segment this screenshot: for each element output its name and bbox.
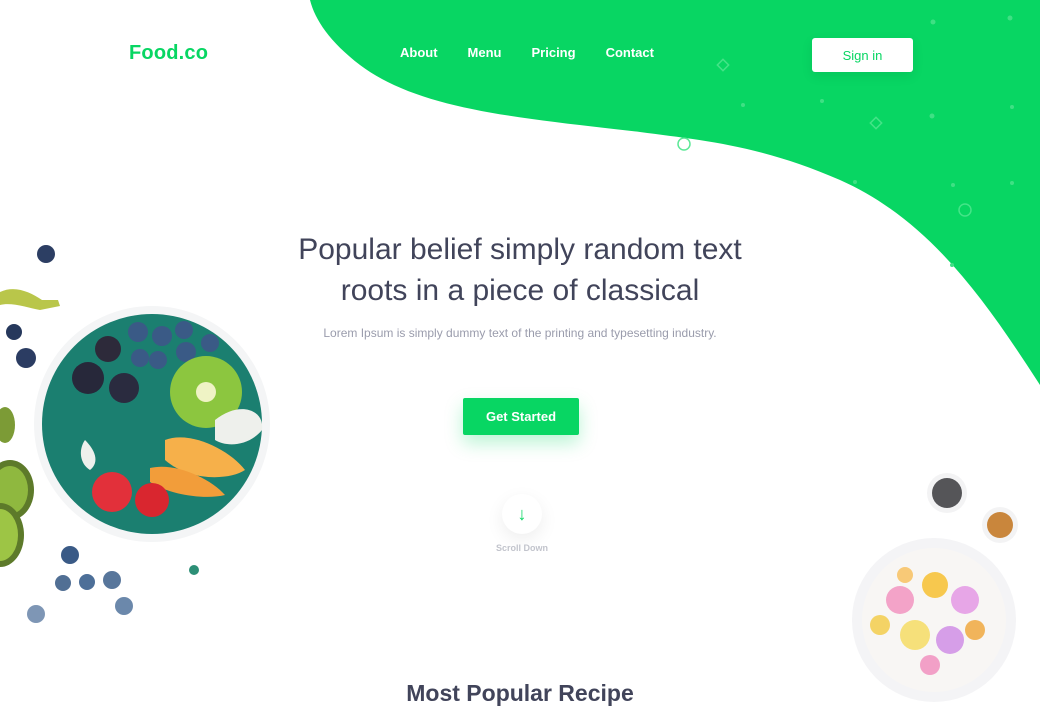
- nav-item-menu[interactable]: Menu: [468, 45, 502, 60]
- nav-item-pricing[interactable]: Pricing: [532, 45, 576, 60]
- main-nav: About Menu Pricing Contact: [400, 45, 684, 60]
- background-art: [0, 0, 1040, 702]
- hero-subtitle: Lorem Ipsum is simply dummy text of the …: [323, 326, 717, 340]
- hero-title-line-2: roots in a piece of classical: [340, 274, 700, 307]
- nav-item-contact[interactable]: Contact: [606, 45, 654, 60]
- brand-logo[interactable]: Food.co: [129, 42, 208, 65]
- hero-title: Popular belief simply random text roots …: [250, 229, 790, 311]
- sign-in-button[interactable]: Sign in: [812, 38, 913, 72]
- flower-bowl-image: [852, 473, 1018, 702]
- scroll-down-button[interactable]: ↓: [502, 494, 542, 534]
- smoothie-bowl-image: [0, 245, 270, 623]
- get-started-button[interactable]: Get Started: [463, 398, 579, 435]
- nav-item-about[interactable]: About: [400, 45, 438, 60]
- scroll-down-label: Scroll Down: [495, 543, 548, 553]
- section-title: Most Popular Recipe: [406, 680, 634, 706]
- hero-title-line-1: Popular belief simply random text: [298, 233, 742, 266]
- arrow-down-icon: ↓: [517, 504, 527, 524]
